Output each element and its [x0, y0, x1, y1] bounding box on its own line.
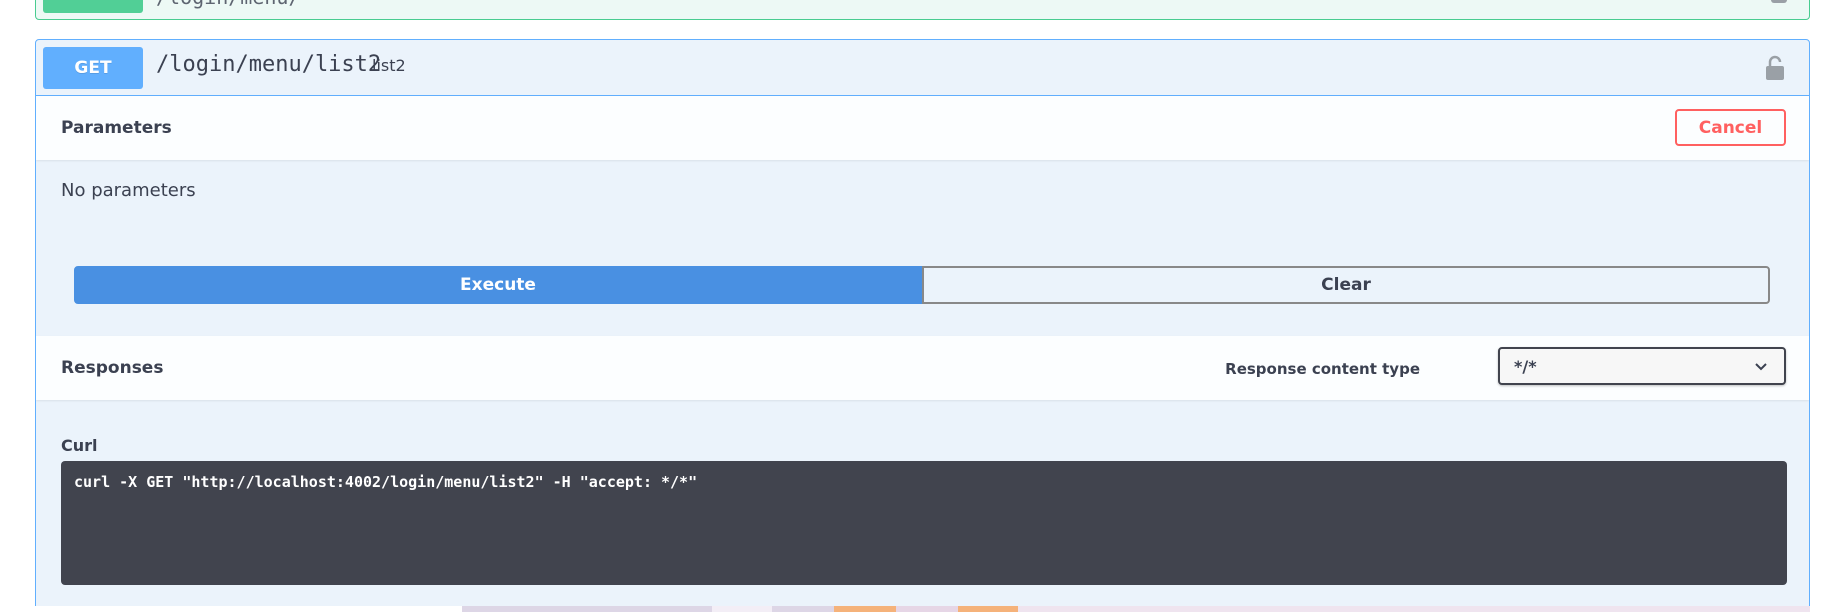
- previous-method-badge: [43, 0, 143, 13]
- method-badge: GET: [43, 47, 143, 89]
- parameters-body: No parameters Execute Clear: [36, 160, 1809, 336]
- previous-opblock[interactable]: /login/menu/: [35, 0, 1810, 20]
- execute-button[interactable]: Execute: [74, 266, 922, 304]
- response-content-type-select[interactable]: */*: [1498, 347, 1786, 385]
- opblock-summary[interactable]: GET /login/menu/list2 list2: [36, 40, 1809, 96]
- parameters-title: Parameters: [61, 118, 172, 138]
- curl-label: Curl: [61, 436, 98, 455]
- bottom-strip: [35, 606, 1810, 612]
- get-opblock: GET /login/menu/list2 list2 Parameters C…: [35, 39, 1810, 612]
- previous-path: /login/menu/: [156, 0, 301, 9]
- responses-header: Responses Response content type */*: [36, 336, 1809, 400]
- response-content-type-value: */*: [1514, 356, 1537, 376]
- chevron-down-icon: [1755, 363, 1767, 371]
- parameters-header: Parameters Cancel: [36, 96, 1809, 160]
- previous-lock-icon[interactable]: [1771, 0, 1787, 3]
- clear-button[interactable]: Clear: [922, 266, 1770, 304]
- responses-body: Curl curl -X GET "http://localhost:4002/…: [36, 400, 1809, 612]
- curl-command[interactable]: curl -X GET "http://localhost:4002/login…: [61, 461, 1787, 585]
- no-parameters-text: No parameters: [61, 180, 196, 201]
- operation-description: list2: [372, 56, 406, 75]
- cancel-button[interactable]: Cancel: [1675, 109, 1786, 146]
- execute-wrapper: Execute Clear: [74, 266, 1770, 304]
- responses-title: Responses: [61, 358, 164, 378]
- operation-path: /login/menu/list2: [156, 52, 382, 77]
- response-content-type-label: Response content type: [1225, 360, 1420, 378]
- lock-icon[interactable]: [1763, 54, 1787, 82]
